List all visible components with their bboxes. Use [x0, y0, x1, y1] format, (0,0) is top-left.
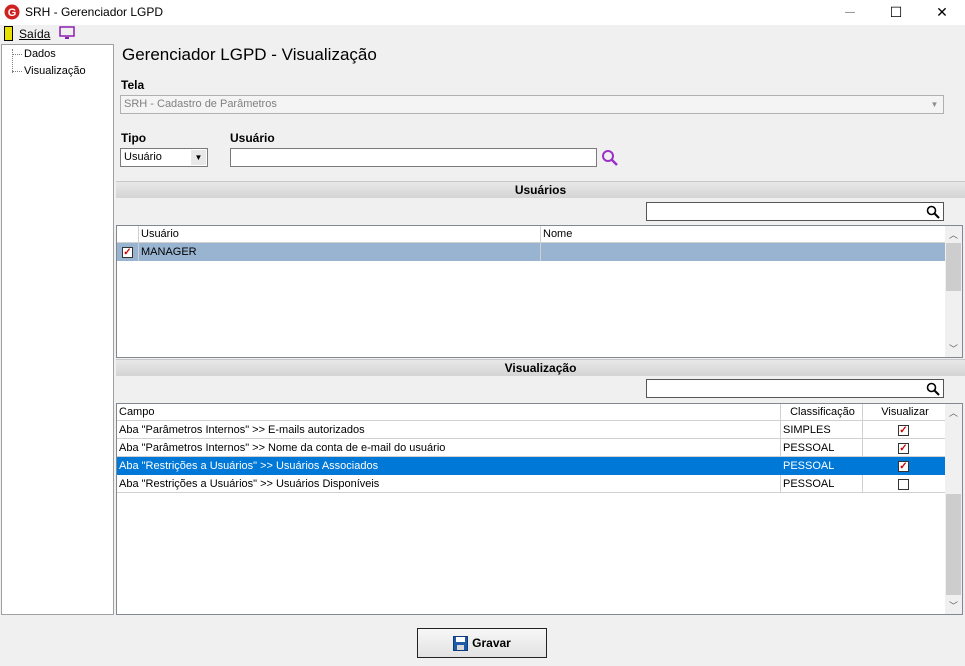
column-header-campo[interactable]: Campo	[117, 404, 781, 420]
column-header-usuario[interactable]: Usuário	[139, 226, 541, 242]
users-grid-header: Usuário Nome	[117, 226, 946, 243]
tela-value: SRH - Cadastro de Parâmetros	[124, 98, 277, 110]
cell-classificacao: PESSOAL	[781, 439, 863, 457]
cell-campo: Aba "Restrições a Usuários" >> Usuários …	[117, 475, 781, 493]
view-grid[interactable]: Campo Classificação Visualizar Aba "Parâ…	[116, 403, 963, 615]
maximize-icon: ☐	[889, 4, 903, 20]
users-section-header: Usuários	[116, 181, 965, 198]
menu-exit[interactable]: Saída	[19, 27, 50, 41]
users-search-input[interactable]	[646, 202, 944, 221]
cell-campo: Aba "Parâmetros Internos" >> Nome da con…	[117, 439, 781, 457]
chevron-down-icon[interactable]: ▼	[191, 150, 206, 165]
row-checkbox[interactable]: ✓	[122, 247, 133, 258]
table-row[interactable]: Aba "Parâmetros Internos" >> Nome da con…	[117, 439, 946, 457]
view-scrollbar[interactable]: ︿ ﹀	[945, 404, 962, 614]
table-row[interactable]: Aba "Parâmetros Internos" >> E-mails aut…	[117, 421, 946, 439]
tela-label: Tela	[121, 78, 145, 92]
column-header-visualizar[interactable]: Visualizar	[863, 404, 946, 420]
scrollbar-thumb[interactable]	[946, 243, 961, 291]
search-icon[interactable]	[926, 382, 940, 396]
search-icon[interactable]	[601, 149, 619, 167]
app-logo-icon: G	[4, 4, 20, 20]
view-section-header: Visualização	[116, 359, 965, 376]
scrollbar-thumb[interactable]	[946, 494, 961, 595]
cell-campo: Aba "Restrições a Usuários" >> Usuários …	[117, 457, 781, 475]
view-grid-header: Campo Classificação Visualizar	[117, 404, 946, 421]
search-icon[interactable]	[926, 205, 940, 219]
exit-door-icon[interactable]	[4, 26, 13, 41]
column-header-classificacao[interactable]: Classificação	[781, 404, 863, 420]
chevron-down-icon[interactable]: ▼	[927, 97, 942, 112]
cell-nome	[541, 243, 946, 261]
tipo-label: Tipo	[121, 131, 147, 145]
tipo-select[interactable]: Usuário ▼	[120, 148, 208, 167]
scroll-down-icon[interactable]: ﹀	[945, 597, 962, 614]
save-button[interactable]: Gravar	[417, 628, 547, 658]
minimize-button[interactable]: —	[827, 0, 873, 25]
scroll-down-icon[interactable]: ﹀	[945, 340, 962, 357]
floppy-disk-icon	[453, 635, 469, 651]
cell-classificacao: PESSOAL	[781, 457, 863, 475]
tree-item-dados[interactable]: Dados	[24, 48, 56, 60]
menu-bar: Saída	[0, 25, 965, 43]
usuario-label: Usuário	[230, 131, 275, 145]
tela-select[interactable]: SRH - Cadastro de Parâmetros ▼	[120, 95, 944, 114]
table-row[interactable]: Aba "Restrições a Usuários" >> Usuários …	[117, 475, 946, 493]
svg-text:G: G	[8, 7, 17, 19]
visualizar-checkbox[interactable]: ✓	[898, 425, 909, 436]
navigation-tree: Dados Visualização	[1, 44, 114, 615]
title-bar[interactable]: G SRH - Gerenciador LGPD — ☐ ✕	[0, 0, 965, 25]
visualizar-checkbox[interactable]	[898, 479, 909, 490]
cell-campo: Aba "Parâmetros Internos" >> E-mails aut…	[117, 421, 781, 439]
column-header-nome[interactable]: Nome	[541, 226, 946, 242]
table-row[interactable]: ✓ MANAGER	[117, 243, 946, 261]
cell-classificacao: SIMPLES	[781, 421, 863, 439]
usuario-input[interactable]	[230, 148, 597, 167]
tipo-value: Usuário	[124, 151, 162, 163]
monitor-icon[interactable]	[59, 26, 75, 40]
close-icon: ✕	[936, 4, 948, 20]
view-search-input[interactable]	[646, 379, 944, 398]
maximize-button[interactable]: ☐	[873, 0, 919, 25]
page-title: Gerenciador LGPD - Visualização	[122, 45, 377, 64]
table-row-selected[interactable]: Aba "Restrições a Usuários" >> Usuários …	[117, 457, 946, 475]
window-title: SRH - Gerenciador LGPD	[25, 5, 164, 19]
scroll-up-icon[interactable]: ︿	[945, 226, 962, 243]
visualizar-checkbox[interactable]: ✓	[898, 443, 909, 454]
cell-usuario: MANAGER	[139, 243, 541, 261]
users-grid[interactable]: Usuário Nome ✓ MANAGER ︿ ﹀	[116, 225, 963, 358]
cell-classificacao: PESSOAL	[781, 475, 863, 493]
scroll-up-icon[interactable]: ︿	[945, 404, 962, 421]
close-button[interactable]: ✕	[919, 0, 965, 25]
save-button-label: Gravar	[472, 636, 511, 650]
minimize-icon: —	[845, 7, 855, 18]
visualizar-checkbox[interactable]: ✓	[898, 461, 909, 472]
tree-item-visualizacao[interactable]: Visualização	[24, 65, 86, 77]
users-scrollbar[interactable]: ︿ ﹀	[945, 226, 962, 357]
